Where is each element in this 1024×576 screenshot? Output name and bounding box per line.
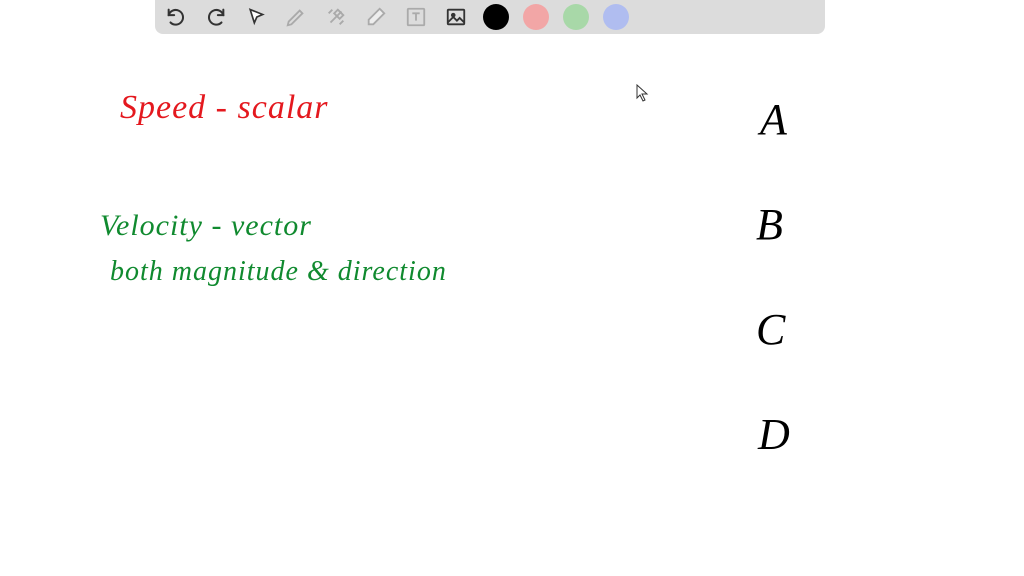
option-c: C — [756, 304, 785, 355]
note-speed: Speed - scalar — [120, 89, 329, 127]
toolbar — [155, 0, 825, 34]
image-icon[interactable] — [443, 4, 469, 30]
color-red[interactable] — [523, 4, 549, 30]
mouse-cursor-icon — [636, 84, 650, 102]
color-blue[interactable] — [603, 4, 629, 30]
note-velocity: Velocity - vector — [100, 209, 312, 243]
option-d: D — [758, 409, 790, 460]
color-black[interactable] — [483, 4, 509, 30]
whiteboard-canvas[interactable]: Speed - scalar Velocity - vector both ma… — [0, 34, 1024, 576]
pen-icon[interactable] — [283, 4, 309, 30]
undo-icon[interactable] — [163, 4, 189, 30]
note-velocity-detail: both magnitude & direction — [110, 256, 447, 288]
tools-icon[interactable] — [323, 4, 349, 30]
option-b: B — [756, 199, 783, 250]
pointer-icon[interactable] — [243, 4, 269, 30]
text-icon[interactable] — [403, 4, 429, 30]
option-a: A — [760, 94, 787, 145]
eraser-icon[interactable] — [363, 4, 389, 30]
redo-icon[interactable] — [203, 4, 229, 30]
color-green[interactable] — [563, 4, 589, 30]
